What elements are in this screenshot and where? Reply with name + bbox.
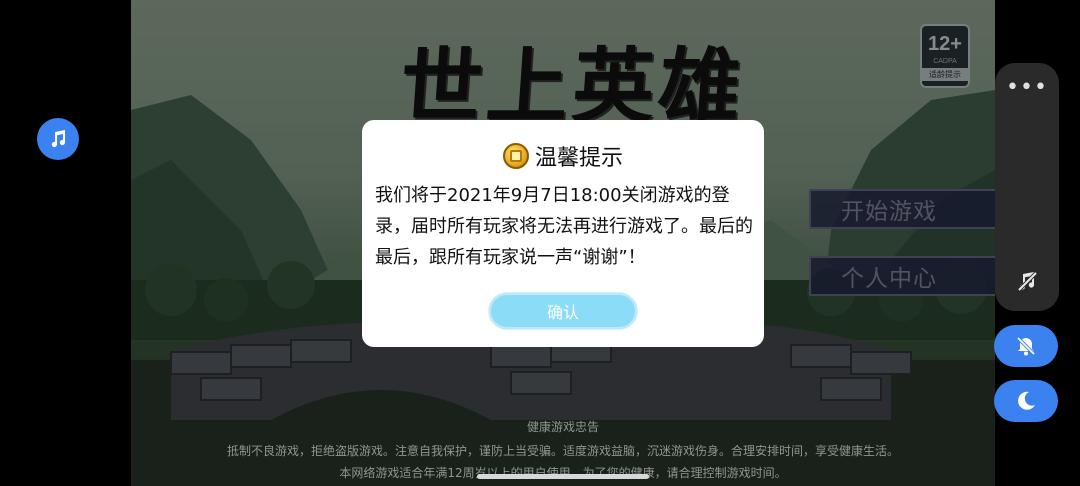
dialog-message: 我们将于2021年9月7日18:00关闭游戏的登录，届时所有玩家将无法再进行游戏… xyxy=(375,185,753,268)
notice-dialog: 温馨提示 我们将于2021年9月7日18:00关闭游戏的登录，届时所有玩家将无法… xyxy=(362,120,764,347)
home-indicator[interactable] xyxy=(477,474,649,479)
music-note-icon xyxy=(51,130,66,148)
coin-icon xyxy=(502,143,529,169)
health-notice-line1: 抵制不良游戏，拒绝盗版游戏。注意自我保护，谨防上当受骗。适度游戏益脑，沉迷游戏伤… xyxy=(226,444,899,458)
moon-icon xyxy=(1018,391,1035,410)
dialog-header: 温馨提示 xyxy=(362,140,764,172)
music-off-icon[interactable] xyxy=(1015,269,1039,293)
floating-side-panel: ••• xyxy=(995,63,1059,311)
mute-notifications-button[interactable] xyxy=(994,325,1058,367)
confirm-button[interactable]: 确认 xyxy=(488,292,638,330)
dialog-title: 温馨提示 xyxy=(534,146,623,171)
health-notice-title: 健康游戏忠告 xyxy=(526,420,599,434)
night-mode-button[interactable] xyxy=(994,380,1058,422)
bell-off-icon xyxy=(1016,336,1036,356)
more-icon[interactable]: ••• xyxy=(995,75,1059,100)
music-button[interactable] xyxy=(37,118,79,160)
